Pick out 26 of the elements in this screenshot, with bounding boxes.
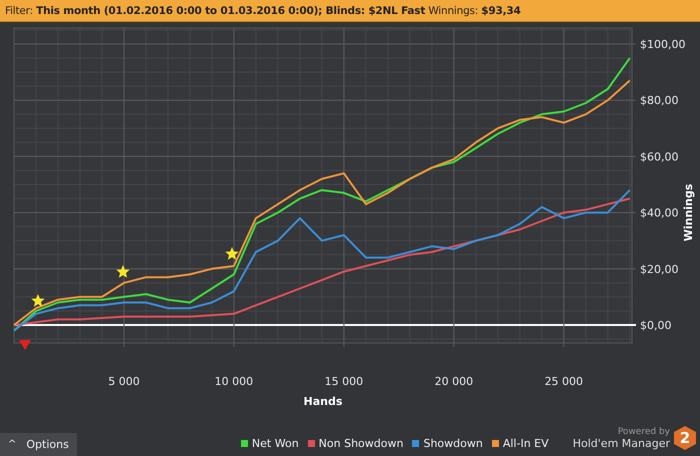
star-icon [225, 247, 239, 260]
y-tick-label: $60,00 [640, 150, 678, 164]
star-icon [31, 294, 45, 307]
legend-label: Non Showdown [318, 437, 404, 450]
y-tick-label: $100,00 [640, 38, 686, 52]
filter-text: Filter: This month (01.02.2016 0:00 to 01.03.2016 0:00); Blinds: $2NL Fast Winnings: $93,34 [5, 4, 521, 16]
y-axis-title: Winnings [682, 184, 695, 242]
legend-label: Showdown [423, 437, 483, 450]
y-tick-label: $80,00 [640, 94, 678, 108]
x-tick-label: 25 000 [544, 375, 584, 388]
x-axis-title: Hands [304, 395, 342, 408]
y-tick-label: $0,00 [640, 319, 672, 332]
brand-name: Hold'em Manager [572, 436, 670, 450]
y-tick-label: $40,00 [640, 206, 678, 220]
triangle-icon [19, 340, 31, 350]
x-tick-label: 5 000 [108, 375, 140, 388]
powered-by-text: Powered by [618, 426, 670, 436]
x-tick-label: 15 000 [324, 375, 364, 388]
y-tick-label: $20,00 [640, 262, 678, 276]
options-button[interactable]: ^ Options [0, 433, 77, 456]
x-tick-label: 20 000 [434, 375, 474, 388]
star-icon [116, 265, 130, 278]
x-tick-label: 10 000 [214, 375, 254, 388]
legend-label: Net Won [252, 437, 299, 450]
legend-label: All-In EV [502, 437, 549, 450]
logo-badge: 2 [674, 426, 696, 450]
